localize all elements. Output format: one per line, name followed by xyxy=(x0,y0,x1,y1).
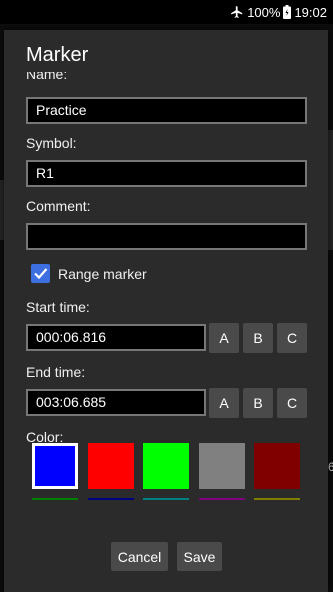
airplane-icon xyxy=(230,5,244,19)
color-swatch-partial[interactable] xyxy=(254,498,300,500)
start-time-c-button[interactable]: C xyxy=(277,323,307,353)
marker-dialog: Marker Name: Practice Symbol: R1 Comment… xyxy=(4,30,328,592)
symbol-field[interactable]: R1 xyxy=(26,160,307,187)
start-time-label: Start time: xyxy=(26,299,90,315)
color-swatch-partial[interactable] xyxy=(199,498,245,500)
cancel-button[interactable]: Cancel xyxy=(111,542,168,571)
battery-icon xyxy=(283,5,292,19)
color-swatch[interactable] xyxy=(254,443,300,489)
status-bar: 100% 19:02 xyxy=(0,0,333,24)
start-time-field[interactable]: 000:06.816 xyxy=(26,324,206,351)
battery-percent: 100% xyxy=(247,4,281,20)
color-swatch[interactable] xyxy=(199,443,245,489)
checkmark-icon xyxy=(34,268,48,280)
range-marker-checkbox[interactable] xyxy=(31,264,50,283)
color-swatch-partial[interactable] xyxy=(143,498,189,500)
end-time-c-button[interactable]: C xyxy=(277,388,307,418)
end-time-label: End time: xyxy=(26,364,86,380)
dialog-scroll-area[interactable]: Name: Practice Symbol: R1 Comment: Range… xyxy=(4,72,328,542)
start-time-a-button[interactable]: A xyxy=(209,323,239,353)
comment-field[interactable] xyxy=(26,223,307,250)
comment-label: Comment: xyxy=(26,198,91,214)
background-panel-right xyxy=(328,130,333,250)
start-time-b-button[interactable]: B xyxy=(243,323,273,353)
name-field[interactable]: Practice xyxy=(26,97,307,124)
color-swatch-partial[interactable] xyxy=(88,498,134,500)
end-time-a-button[interactable]: A xyxy=(209,388,239,418)
range-marker-label[interactable]: Range marker xyxy=(58,266,147,282)
color-swatch[interactable] xyxy=(88,443,134,489)
end-time-field[interactable]: 003:06.685 xyxy=(26,389,206,416)
end-time-b-button[interactable]: B xyxy=(243,388,273,418)
color-swatch-partial[interactable] xyxy=(32,498,78,500)
symbol-label: Symbol: xyxy=(26,135,77,151)
status-time: 19:02 xyxy=(294,4,327,20)
color-swatch[interactable] xyxy=(143,443,189,489)
name-label: Name: xyxy=(26,72,68,82)
background-partial-text: 6 xyxy=(328,460,333,474)
color-swatch[interactable] xyxy=(32,443,78,489)
save-button[interactable]: Save xyxy=(177,542,222,571)
dialog-title: Marker xyxy=(26,44,89,66)
screen: 100% 19:02 6 Marker Name: Practice Symbo… xyxy=(0,0,333,592)
